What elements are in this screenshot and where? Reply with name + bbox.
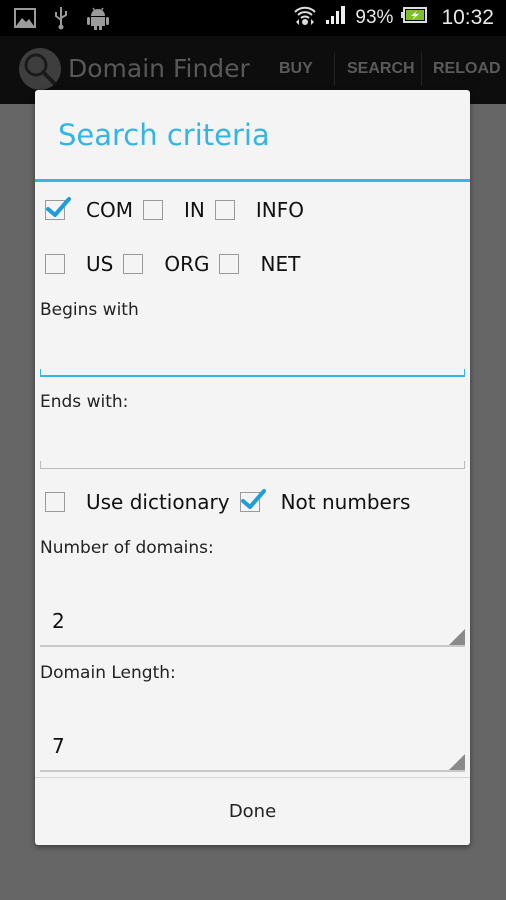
checkbox-label: ORG (164, 252, 210, 276)
checkbox-label: IN (183, 198, 205, 222)
checkbox-in[interactable] (142, 200, 163, 220)
battery-charging-icon (401, 6, 428, 30)
checkbox-not-numbers[interactable] (239, 489, 266, 512)
magnifier-logo-icon (19, 48, 61, 90)
number-of-domains-label: Number of domains: (40, 538, 214, 558)
begins-with-underline (40, 369, 465, 377)
ends-with-label: Ends with: (40, 392, 129, 412)
signal-icon (325, 5, 347, 31)
domain-length-label: Domain Length: (40, 663, 176, 683)
checkbox-us[interactable] (45, 254, 65, 274)
spinner-value: 7 (52, 734, 65, 758)
checkbox-info[interactable] (214, 200, 235, 220)
tld-row: COM IN INFO (45, 197, 314, 222)
done-button[interactable]: Done (35, 778, 470, 845)
options-row: Use dictionary Not numbers (45, 489, 420, 514)
app-title: Domain Finder (68, 54, 250, 83)
begins-with-input[interactable] (40, 334, 469, 372)
checkbox-label: COM (86, 198, 133, 222)
clock: 10:32 (441, 6, 494, 29)
spinner-underline (40, 770, 465, 772)
dropdown-arrow-icon (449, 754, 465, 770)
checkbox-com[interactable] (45, 197, 71, 220)
battery-percent: 93% (355, 7, 394, 28)
dialog-title: Search criteria (58, 118, 270, 152)
checkbox-label: INFO (255, 198, 304, 222)
title-divider (35, 179, 470, 182)
dropdown-arrow-icon (449, 629, 465, 645)
spinner-underline (40, 645, 465, 647)
android-icon (86, 6, 110, 34)
image-icon (14, 8, 36, 32)
wifi-icon (293, 4, 317, 32)
checkbox-label: Not numbers (280, 490, 411, 514)
ends-with-input[interactable] (40, 426, 469, 464)
search-criteria-dialog: Search criteria COM IN INFO US ORG NET B… (35, 90, 470, 845)
action-divider (421, 52, 422, 86)
checkbox-org[interactable] (123, 254, 144, 274)
spinner-value: 2 (52, 609, 65, 633)
checkmark-icon (46, 197, 71, 217)
checkbox-net[interactable] (219, 254, 240, 274)
begins-with-label: Begins with (40, 300, 139, 320)
checkbox-label: Use dictionary (86, 490, 230, 514)
number-of-domains-spinner[interactable]: 2 (40, 587, 465, 647)
checkbox-label: US (86, 252, 114, 276)
checkbox-label: NET (260, 252, 301, 276)
domain-length-spinner[interactable]: 7 (40, 712, 465, 772)
reload-button[interactable]: RELOAD (433, 60, 501, 78)
checkbox-use-dictionary[interactable] (45, 492, 65, 512)
usb-icon (54, 6, 68, 34)
buy-button[interactable]: BUY (279, 60, 313, 78)
search-button[interactable]: SEARCH (347, 60, 415, 78)
action-divider (334, 52, 335, 86)
checkmark-icon (240, 489, 266, 509)
ends-with-underline (40, 461, 465, 469)
tld-row: US ORG NET (45, 252, 310, 276)
status-bar: 93% 10:32 (0, 0, 506, 36)
